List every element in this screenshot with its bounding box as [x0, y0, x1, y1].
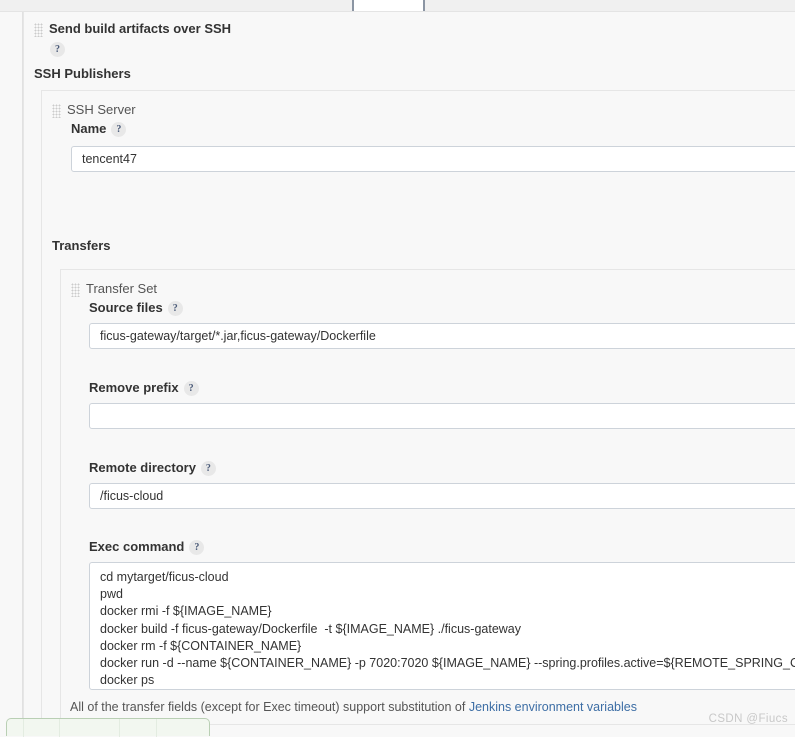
help-icon-remove-prefix[interactable]: ? — [184, 381, 199, 396]
transfer-set-title-row: Transfer Set — [71, 281, 157, 297]
drag-handle-icon[interactable] — [71, 283, 80, 297]
name-label-text: Name — [71, 121, 106, 136]
transfer-set-panel: Transfer Set Source files? Remove prefix… — [60, 269, 795, 725]
remove-prefix-label: Remove prefix? — [89, 380, 199, 396]
green-panel-guide-2 — [59, 719, 60, 737]
ssh-server-title-row: SSH Server — [52, 102, 136, 118]
ssh-publishers-label: SSH Publishers — [34, 66, 131, 81]
help-icon-name[interactable]: ? — [111, 122, 126, 137]
ssh-server-panel: SSH Server Name? Transfers Transfer Set … — [41, 90, 795, 724]
source-files-label-text: Source files — [89, 300, 163, 315]
name-field-label: Name? — [71, 121, 126, 137]
remove-prefix-input[interactable] — [89, 403, 795, 429]
source-files-input[interactable] — [89, 323, 795, 349]
help-icon-remote-directory[interactable]: ? — [201, 461, 216, 476]
remove-prefix-label-text: Remove prefix — [89, 380, 179, 395]
transfer-set-title: Transfer Set — [86, 281, 157, 296]
transfer-fields-hint: All of the transfer fields (except for E… — [70, 700, 637, 714]
green-panel-guide-1 — [23, 719, 24, 737]
green-panel-guide-4 — [156, 719, 157, 737]
section-title: Send build artifacts over SSH — [49, 21, 231, 36]
source-files-label: Source files? — [89, 300, 183, 316]
ssh-server-name-input[interactable] — [71, 146, 795, 172]
help-icon-section[interactable]: ? — [50, 42, 65, 57]
active-tab[interactable] — [352, 0, 425, 11]
help-icon-source-files[interactable]: ? — [168, 301, 183, 316]
ssh-server-title: SSH Server — [67, 102, 136, 117]
transfers-label: Transfers — [52, 238, 111, 253]
drag-handle-icon[interactable] — [52, 104, 61, 118]
exec-command-label-text: Exec command — [89, 539, 184, 554]
green-panel-guide-3 — [119, 719, 120, 737]
hint-text: All of the transfer fields (except for E… — [70, 700, 469, 714]
help-icon-exec-command[interactable]: ? — [189, 540, 204, 555]
remote-directory-label: Remote directory? — [89, 460, 216, 476]
exec-command-label: Exec command? — [89, 539, 204, 555]
watermark: CSDN @Fiucs — [709, 713, 788, 725]
section-title-row: Send build artifacts over SSH — [34, 21, 231, 37]
send-build-artifacts-block: Send build artifacts over SSH ? SSH Publ… — [23, 12, 795, 724]
config-form-page: Send build artifacts over SSH ? SSH Publ… — [0, 12, 795, 736]
jenkins-env-variables-link[interactable]: Jenkins environment variables — [469, 700, 637, 714]
exec-command-textarea[interactable] — [89, 562, 795, 690]
top-tab-strip — [0, 0, 795, 12]
remote-directory-input[interactable] — [89, 483, 795, 509]
drag-handle-icon[interactable] — [34, 23, 43, 37]
bottom-green-panel — [6, 718, 210, 736]
remote-directory-label-text: Remote directory — [89, 460, 196, 475]
